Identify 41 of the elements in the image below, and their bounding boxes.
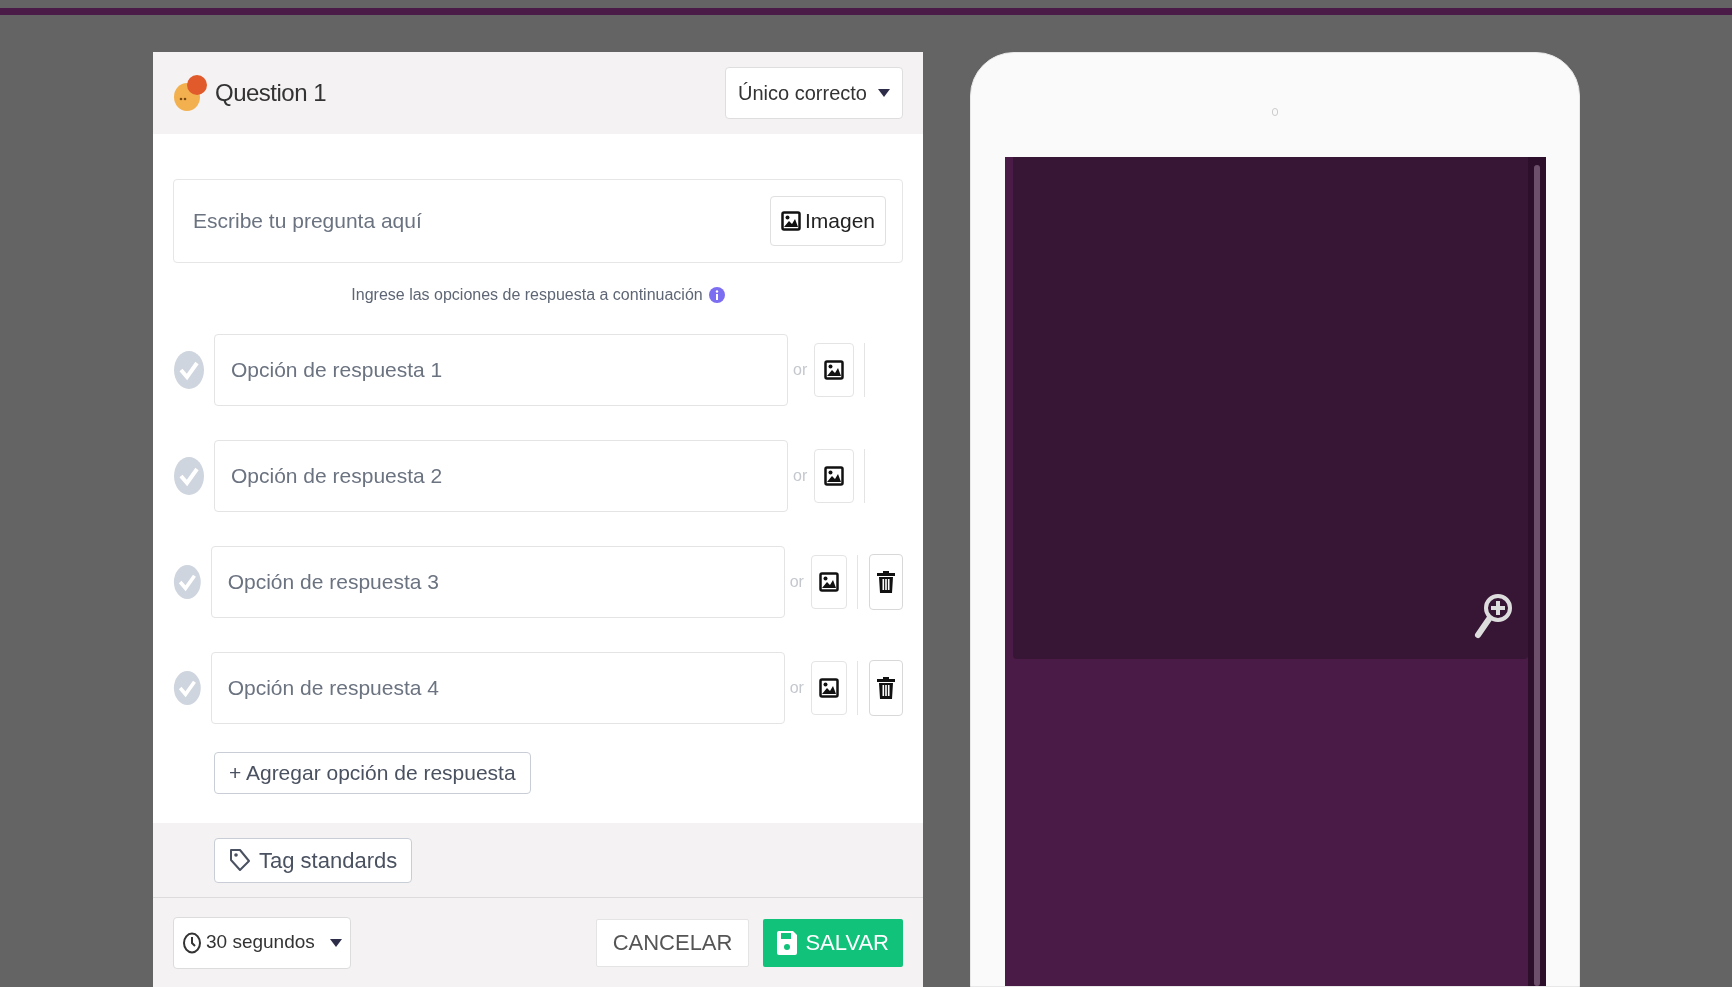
trash-icon [876,677,895,699]
correct-check-icon[interactable] [173,668,202,708]
correct-check-icon[interactable] [173,562,202,602]
caret-icon [878,89,890,97]
correct-check-icon[interactable] [173,350,205,390]
or-label: or [793,360,808,380]
correct-check-icon[interactable] [173,456,205,496]
answer-option-field[interactable]: Opción de respuesta 1 [214,334,788,406]
question-bubble-icon [173,73,207,113]
add-option-button[interactable]: + Agregar opción de respuesta [214,752,531,794]
tag-standards-button[interactable]: Tag standards [214,837,413,883]
or-label: or [789,572,804,592]
answer-option-field[interactable]: Opción de respuesta 2 [214,440,788,512]
option-image-button[interactable] [810,661,847,715]
or-label: or [789,678,804,698]
or-label: or [793,466,808,486]
image-icon [824,360,845,380]
delete-option-button[interactable] [868,554,903,610]
caret-icon [330,938,342,947]
answer-option-field[interactable]: Opción de respuesta 3 [210,546,785,618]
question-field[interactable]: Escribe tu pregunta aquí Imagen [173,179,903,263]
trash-icon [876,571,895,593]
image-icon [824,466,845,486]
hint-text: Ingrese las opciones de respuesta a continuación [351,285,703,305]
delete-option-button[interactable] [868,660,903,716]
timer-dropdown[interactable]: 30 segundos [173,916,351,969]
image-icon [818,572,839,592]
image-icon [780,211,801,231]
question-title: Question 1 [215,78,327,108]
image-icon [818,678,839,698]
tag-icon [229,848,251,872]
clock-icon [182,931,202,954]
answer-option-field[interactable]: Opción de respuesta 4 [210,652,785,724]
question-input[interactable]: Escribe tu pregunta aquí [193,205,770,237]
option-image-button[interactable] [814,343,855,397]
option-image-button[interactable] [814,449,855,503]
info-icon [708,287,725,303]
option-image-button[interactable] [810,555,847,609]
question-type-dropdown[interactable]: Único correcto [725,67,903,119]
image-button[interactable]: Imagen [769,196,886,246]
cancel-button[interactable]: CANCELAR [595,918,750,967]
